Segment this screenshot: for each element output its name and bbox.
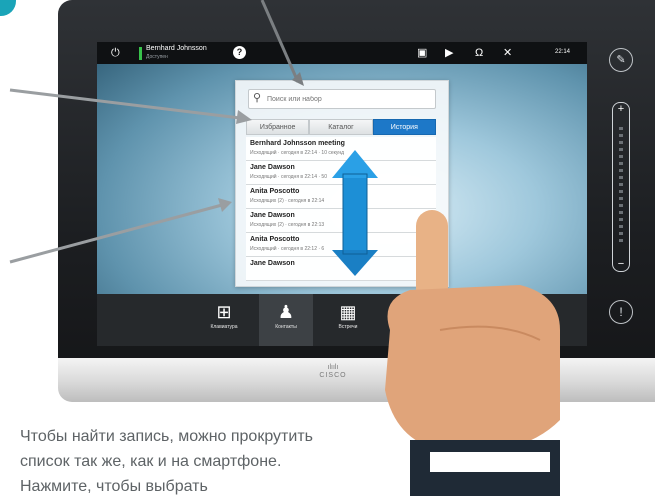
list-item[interactable]: Anita Poscotto Исходящий · сегодня в 22:… — [246, 233, 436, 257]
side-controls: ✎ + − ! — [603, 40, 639, 340]
alert-icon[interactable]: ! — [609, 300, 633, 324]
contacts-dialog: ⚲ Избранное Каталог История Bernhard Joh… — [235, 80, 449, 287]
top-status-bar: ⏻ Bernhard Johnsson Доступен ? ▣ ▶ Ω ✕ 2… — [97, 42, 587, 64]
nav-label-contacts: Контакты — [275, 324, 297, 330]
volume-control[interactable]: + − — [612, 102, 630, 272]
power-icon[interactable]: ⏻ — [111, 45, 120, 61]
list-item-title: Anita Poscotto — [250, 236, 300, 243]
cisco-logo: ılıılı CISCO — [319, 364, 347, 379]
tab-history[interactable]: История — [372, 119, 436, 135]
tab-favorites[interactable]: Избранное — [246, 119, 310, 135]
history-list[interactable]: Bernhard Johnsson meeting Исходящий · се… — [246, 137, 436, 285]
bottom-navigation-bar: ⊞ Клавиатура ♟ Контакты ▦ Встречи — [97, 294, 587, 346]
user-status: Доступен — [146, 54, 168, 60]
list-item-title: Anita Poscotto — [250, 188, 300, 195]
presence-indicator — [139, 47, 142, 60]
nav-label-meetings: Встречи — [338, 324, 358, 330]
list-item[interactable]: Jane Dawson Исходящих (2) · сегодня в 22… — [246, 209, 436, 233]
search-input[interactable] — [267, 92, 427, 106]
user-name: Bernhard Johnsson — [146, 45, 207, 52]
volume-track[interactable] — [619, 127, 623, 245]
nav-meetings[interactable]: ▦ Встречи — [321, 294, 375, 346]
device-bottom-bezel — [58, 358, 655, 402]
list-item-subtitle: Исходящий · сегодня в 22:14 · 10 секунд — [250, 150, 345, 156]
cisco-logo-text: CISCO — [319, 372, 347, 379]
list-item-title: Jane Dawson — [250, 164, 295, 171]
caption-text: Чтобы найти запись, можно прокрутить спи… — [20, 428, 313, 495]
clock: 22:14 — [555, 49, 571, 55]
contacts-icon: ♟ — [277, 302, 295, 322]
callout-number-badge — [0, 0, 16, 16]
help-button[interactable]: ? — [233, 46, 246, 59]
list-item-title: Jane Dawson — [250, 260, 295, 267]
volume-up-icon[interactable]: + — [613, 103, 629, 115]
selfview-icon[interactable]: ▣ — [417, 45, 427, 61]
list-item-subtitle: Исходящих (2) · сегодня в 22:13 — [250, 222, 325, 228]
mute-microphone-icon[interactable]: ✎ — [609, 48, 633, 72]
list-item-subtitle: Исходящий · сегодня в 22:12 · 6 — [250, 246, 325, 252]
volume-down-icon[interactable]: − — [613, 258, 629, 270]
list-item-title: Bernhard Johnsson meeting — [250, 140, 345, 147]
list-item[interactable]: Anita Poscotto Исходящих (2) · сегодня в… — [246, 185, 436, 209]
list-item[interactable]: Jane Dawson Исходящий · сегодня в 22:14 … — [246, 161, 436, 185]
settings-tools-icon[interactable]: ✕ — [503, 45, 512, 61]
headset-icon[interactable]: Ω — [475, 45, 483, 61]
search-icon: ⚲ — [253, 92, 262, 104]
list-item-title: Jane Dawson — [250, 212, 295, 219]
camera-icon[interactable]: ▶ — [445, 45, 453, 61]
calendar-icon: ▦ — [339, 302, 357, 322]
nav-label-keypad: Клавиатура — [210, 324, 238, 330]
search-box[interactable]: ⚲ — [248, 89, 436, 109]
keypad-icon: ⊞ — [216, 302, 232, 322]
list-item-subtitle: Исходящий · сегодня в 22:14 · 50 — [250, 174, 327, 180]
touch-screen: ⏻ Bernhard Johnsson Доступен ? ▣ ▶ Ω ✕ 2… — [97, 42, 587, 346]
nav-keypad[interactable]: ⊞ Клавиатура — [197, 294, 251, 346]
directory-tabs: Избранное Каталог История — [246, 119, 436, 135]
list-item-subtitle: Исходящих (2) · сегодня в 22:14 — [250, 198, 325, 204]
list-item[interactable]: Bernhard Johnsson meeting Исходящий · се… — [246, 137, 436, 161]
list-item[interactable]: Jane Dawson — [246, 257, 436, 281]
nav-contacts[interactable]: ♟ Контакты — [259, 294, 313, 346]
tab-directory[interactable]: Каталог — [309, 119, 373, 135]
